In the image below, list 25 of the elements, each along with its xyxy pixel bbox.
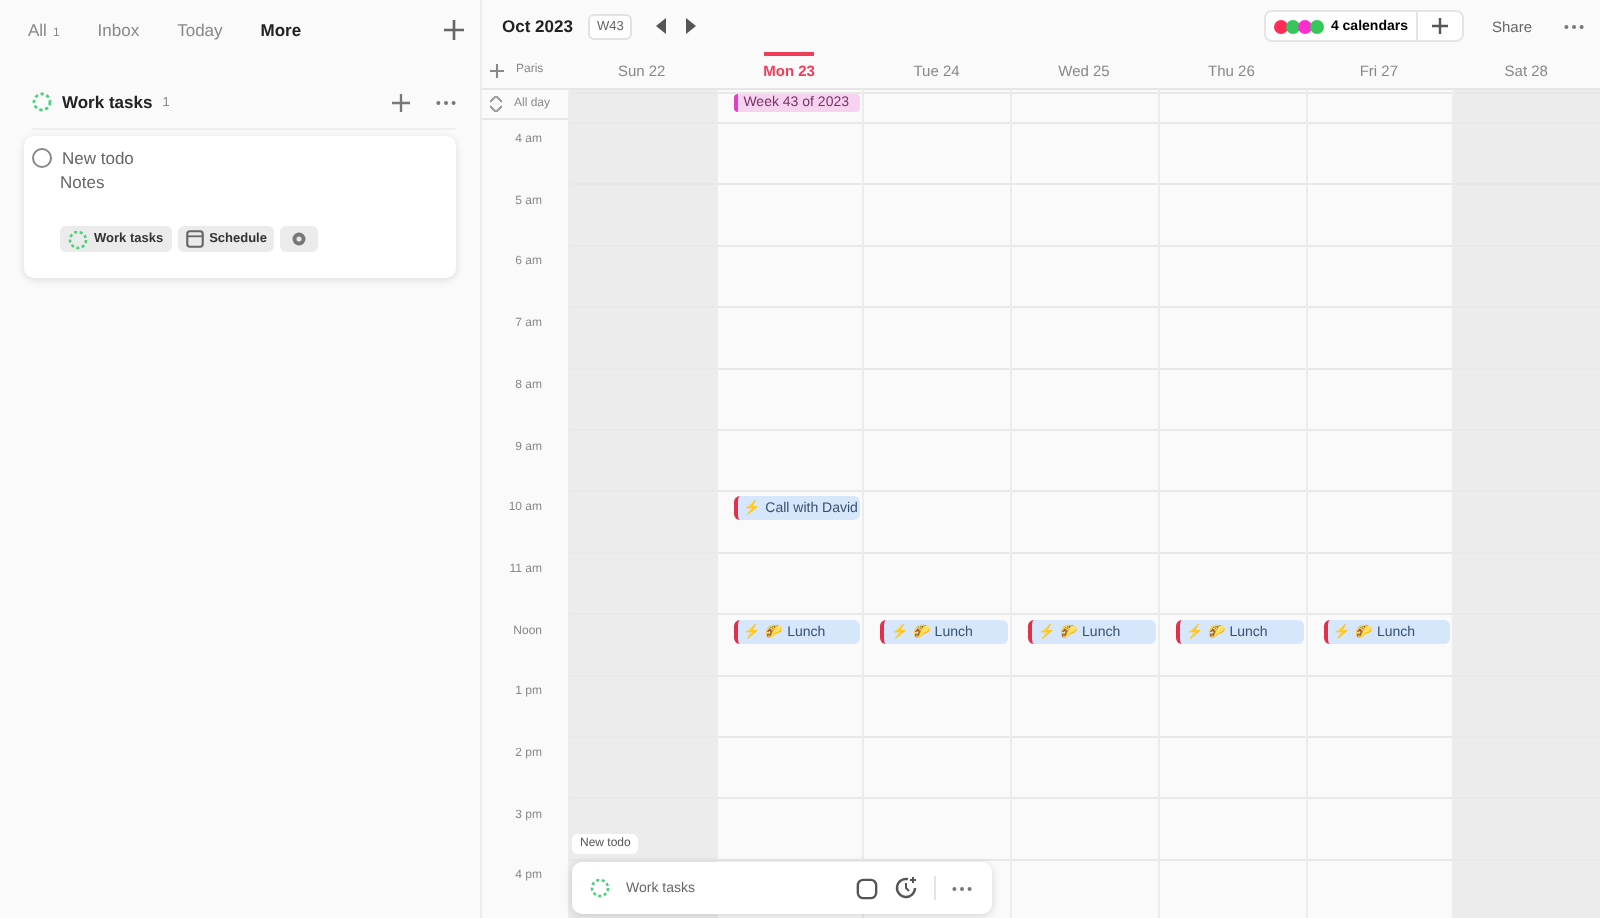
sidebar-tab[interactable]: More bbox=[260, 20, 302, 40]
clock-icon[interactable] bbox=[894, 876, 918, 900]
expand-icon[interactable] bbox=[490, 96, 502, 113]
gear-icon bbox=[290, 230, 309, 248]
next-icon[interactable] bbox=[683, 18, 696, 35]
todo-title-field[interactable]: New todo bbox=[62, 148, 342, 168]
checkbox[interactable] bbox=[32, 148, 52, 168]
sidebar-tab[interactable]: Inbox bbox=[97, 20, 140, 40]
calendar-icon bbox=[185, 230, 204, 248]
square-icon[interactable] bbox=[856, 877, 878, 899]
settings-chip[interactable] bbox=[280, 226, 319, 252]
month-title: Oct 2023 bbox=[502, 16, 573, 37]
previous-icon[interactable] bbox=[655, 18, 668, 35]
more-icon[interactable] bbox=[952, 885, 972, 891]
list-title: Work tasks bbox=[62, 92, 153, 112]
more-icon[interactable] bbox=[1564, 23, 1584, 30]
dashed-circle-icon bbox=[590, 878, 610, 898]
notes-field[interactable]: Notes bbox=[60, 172, 360, 216]
add-icon[interactable] bbox=[392, 93, 410, 111]
add-icon[interactable] bbox=[444, 20, 464, 40]
add-icon[interactable] bbox=[490, 63, 504, 78]
dashed-circle-icon bbox=[32, 92, 52, 112]
dashed-circle-icon bbox=[68, 229, 88, 249]
more-icon[interactable] bbox=[436, 99, 456, 105]
sidebar-tab[interactable]: Today bbox=[177, 20, 223, 40]
